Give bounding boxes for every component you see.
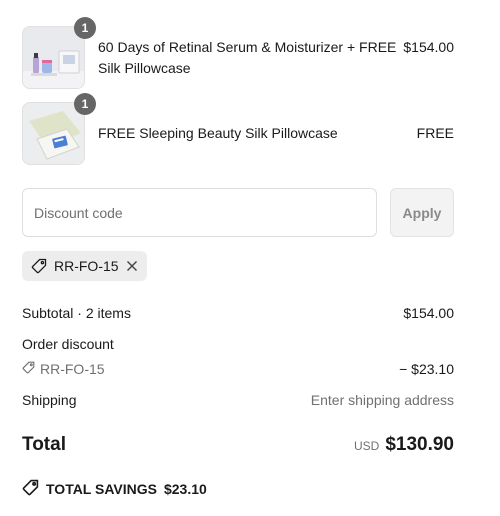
applied-discount-code: RR-FO-15 xyxy=(54,258,119,274)
discount-code-text: RR-FO-15 xyxy=(40,361,105,377)
savings-value: $23.10 xyxy=(163,481,207,497)
product-name-line: 60 Days of Retinal Serum & Moisturizer +… xyxy=(98,39,397,55)
total-value: $130.90 xyxy=(385,434,454,455)
shipping-value: Enter shipping address xyxy=(310,392,454,408)
tag-icon xyxy=(22,479,39,499)
product-thumbnail: 1 xyxy=(22,93,96,165)
apply-discount-button[interactable]: Apply xyxy=(390,188,454,237)
tag-icon xyxy=(22,361,35,377)
total-savings: TOTAL SAVINGS $23.10 xyxy=(22,479,207,499)
total-label: Total xyxy=(22,434,66,455)
discount-value: − $23.10 xyxy=(399,361,454,377)
shipping-label: Shipping xyxy=(22,392,77,408)
quantity-badge: 1 xyxy=(74,93,96,115)
remove-discount-icon[interactable] xyxy=(126,260,138,272)
product-price: $154.00 xyxy=(403,39,454,55)
savings-label: TOTAL SAVINGS xyxy=(46,481,157,497)
subtotal-value: $154.00 xyxy=(403,305,454,321)
applied-discount-chip: RR-FO-15 xyxy=(22,251,147,281)
total-value-group: USD $130.90 xyxy=(354,434,454,456)
line-item: 1 FREE Sleeping Beauty Silk Pillowcase F… xyxy=(22,93,454,165)
currency-code: USD xyxy=(353,439,380,453)
discount-code-input[interactable] xyxy=(22,188,377,237)
order-discount-label: Order discount xyxy=(22,336,114,352)
subtotal-label: Subtotal · 2 items xyxy=(22,305,131,321)
product-name: FREE Sleeping Beauty Silk Pillowcase xyxy=(98,125,338,141)
pillowcase-product-image xyxy=(22,102,85,165)
product-name-line: Silk Pillowcase xyxy=(98,60,191,76)
product-thumbnail: 1 xyxy=(22,17,96,89)
discount-code-summary: RR-FO-15 xyxy=(22,361,105,377)
serum-product-image xyxy=(22,26,85,89)
product-name: 60 Days of Retinal Serum & Moisturizer +… xyxy=(98,37,396,79)
total-row: Total USD $130.90 xyxy=(22,434,454,458)
quantity-badge: 1 xyxy=(74,17,96,39)
line-item: 1 60 Days of Retinal Serum & Moisturizer… xyxy=(22,17,454,89)
product-price: FREE xyxy=(416,125,454,141)
tag-icon xyxy=(31,258,47,274)
